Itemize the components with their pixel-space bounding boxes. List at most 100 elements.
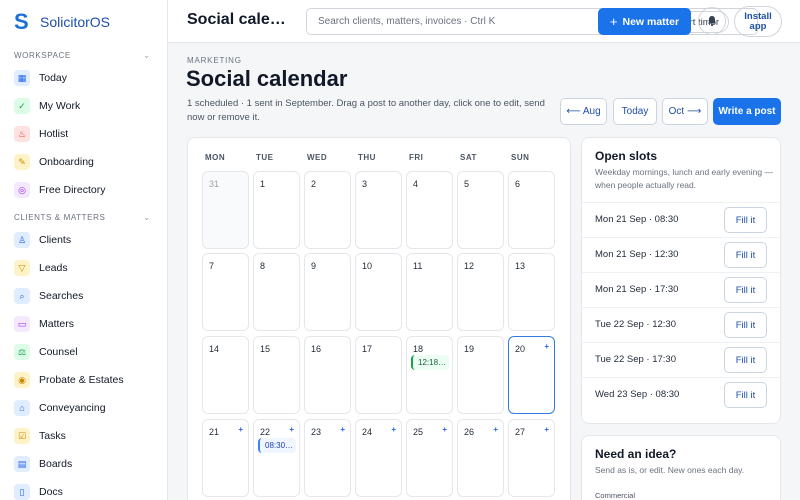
check-icon: ✓ <box>14 98 30 114</box>
sidebar-item-matters[interactable]: ▭ Matters <box>0 310 167 338</box>
sidebar-section-label: WORKSPACE <box>14 50 71 60</box>
day-number: 18 <box>413 344 424 354</box>
add-post-icon[interactable]: + <box>544 425 549 434</box>
sidebar-item-counsel[interactable]: ⚖ Counsel <box>0 338 167 366</box>
calendar-day[interactable]: 5 <box>457 171 504 249</box>
calendar-grid: MON TUE WED THU FRI SAT SUN 31 1 2 3 4 5 6 7 8 9 10 11 12 13… <box>187 137 571 500</box>
calendar-day[interactable]: 11 <box>406 253 453 331</box>
weekday-header: FRI <box>409 153 424 162</box>
calendar-day[interactable]: 2 <box>304 171 351 249</box>
calendar-day[interactable]: 3 <box>355 171 402 249</box>
fill-slot-button[interactable]: Fill it <box>724 242 767 268</box>
chevron-down-icon[interactable]: ⌄ <box>143 212 151 223</box>
fill-slot-button[interactable]: Fill it <box>724 277 767 303</box>
weekday-header: TUE <box>256 153 274 162</box>
prev-month-button[interactable]: ⟵ Aug <box>560 98 607 125</box>
calendar-day[interactable]: 4 <box>406 171 453 249</box>
calendar-day[interactable]: 6 <box>508 171 555 249</box>
magnifier-icon: ⌕ <box>14 288 30 304</box>
idea-title: Need an idea? <box>595 447 677 461</box>
sidebar-item-label: Searches <box>39 290 84 302</box>
add-post-icon[interactable]: + <box>544 342 549 351</box>
calendar-day[interactable]: 12 <box>457 253 504 331</box>
calendar-day[interactable]: 14 <box>202 336 249 414</box>
calendar-day[interactable]: 20 + <box>508 336 555 414</box>
page-title: Social calendar <box>186 66 348 91</box>
calendar-day[interactable]: 27 + <box>508 419 555 497</box>
calendar-day[interactable]: 7 <box>202 253 249 331</box>
calendar-day[interactable]: 23 + <box>304 419 351 497</box>
calendar-day[interactable]: 22 +08:30… <box>253 419 300 497</box>
fill-slot-button[interactable]: Fill it <box>724 312 767 338</box>
scheduled-post-chip[interactable]: 12:18… <box>411 355 449 370</box>
idea-subtitle: Send as is, or edit. New ones each day. <box>595 465 745 475</box>
new-matter-button[interactable]: + New matter <box>598 8 691 35</box>
add-post-icon[interactable]: + <box>238 425 243 434</box>
calendar-day[interactable]: 17 <box>355 336 402 414</box>
calendar-day[interactable]: 19 <box>457 336 504 414</box>
calendar-day[interactable]: 9 <box>304 253 351 331</box>
plus-icon: + <box>609 14 618 29</box>
scales-icon: ⚖ <box>14 344 30 360</box>
day-number: 9 <box>311 261 317 271</box>
day-number: 27 <box>515 427 526 437</box>
sidebar-item-my-work[interactable]: ✓ My Work <box>0 92 167 120</box>
open-slot-time: Wed 23 Sep · 08:30 <box>595 389 680 400</box>
add-post-icon[interactable]: + <box>442 425 447 434</box>
fill-slot-button[interactable]: Fill it <box>724 347 767 373</box>
day-number: 14 <box>209 344 220 354</box>
sidebar-item-probate-estates[interactable]: ◉ Probate & Estates <box>0 366 167 394</box>
brand[interactable]: S SolicitorOS <box>0 0 167 44</box>
board-icon: ▤ <box>14 456 30 472</box>
fill-slot-button[interactable]: Fill it <box>724 382 767 408</box>
scheduled-post-chip[interactable]: 08:30… <box>258 438 296 453</box>
open-slot-time: Mon 21 Sep · 08:30 <box>595 214 679 225</box>
brand-name: SolicitorOS <box>40 14 111 30</box>
sidebar-item-docs[interactable]: ▯ Docs <box>0 478 167 500</box>
sidebar-item-tasks[interactable]: ☑ Tasks <box>0 422 167 450</box>
folder-icon: ▭ <box>14 316 30 332</box>
install-app-button[interactable]: Install app <box>734 6 782 37</box>
day-number: 15 <box>260 344 271 354</box>
idea-category: Commercial <box>595 491 636 500</box>
chevron-down-icon[interactable]: ⌄ <box>143 50 151 61</box>
section-eyebrow: MARKETING <box>187 56 242 65</box>
sidebar-item-free-directory[interactable]: ◎ Free Directory <box>0 176 167 204</box>
day-number: 31 <box>209 179 220 189</box>
weekday-header: MON <box>205 153 226 162</box>
calendar-day[interactable]: 16 <box>304 336 351 414</box>
topbar: Social calendar Search clients, matters,… <box>168 0 800 43</box>
sidebar-item-label: Today <box>39 72 68 84</box>
add-post-icon[interactable]: + <box>493 425 498 434</box>
sidebar-item-clients[interactable]: ♙ Clients <box>0 226 167 254</box>
calendar-day[interactable]: 8 <box>253 253 300 331</box>
sidebar-section-clients-matters: CLIENTS & MATTERS ⌄ <box>0 208 167 226</box>
calendar-day[interactable]: 13 <box>508 253 555 331</box>
fill-slot-button[interactable]: Fill it <box>724 207 767 233</box>
next-month-button[interactable]: Oct ⟶ <box>662 98 708 125</box>
day-number: 2 <box>311 179 317 189</box>
add-post-icon[interactable]: + <box>391 425 396 434</box>
notifications-button[interactable] <box>698 7 726 35</box>
calendar-day[interactable]: 18 12:18… <box>406 336 453 414</box>
add-post-icon[interactable]: + <box>340 425 345 434</box>
sidebar-item-today[interactable]: ▦ Today <box>0 64 167 92</box>
weekday-header: SUN <box>511 153 530 162</box>
calendar-day[interactable]: 10 <box>355 253 402 331</box>
write-post-button[interactable]: Write a post <box>713 98 781 125</box>
sidebar-item-searches[interactable]: ⌕ Searches <box>0 282 167 310</box>
calendar-day[interactable]: 25 + <box>406 419 453 497</box>
sidebar-item-hotlist[interactable]: ♨ Hotlist <box>0 120 167 148</box>
calendar-day[interactable]: 1 <box>253 171 300 249</box>
calendar-day[interactable]: 26 + <box>457 419 504 497</box>
calendar-day[interactable]: 15 <box>253 336 300 414</box>
calendar-day[interactable]: 21 + <box>202 419 249 497</box>
sidebar-item-onboarding[interactable]: ✎ Onboarding <box>0 148 167 176</box>
calendar-day[interactable]: 31 <box>202 171 249 249</box>
sidebar-item-boards[interactable]: ▤ Boards <box>0 450 167 478</box>
today-button[interactable]: Today <box>613 98 657 125</box>
sidebar-item-conveyancing[interactable]: ⌂ Conveyancing <box>0 394 167 422</box>
calendar-day[interactable]: 24 + <box>355 419 402 497</box>
add-post-icon[interactable]: + <box>289 425 294 434</box>
sidebar-item-leads[interactable]: ▽ Leads <box>0 254 167 282</box>
